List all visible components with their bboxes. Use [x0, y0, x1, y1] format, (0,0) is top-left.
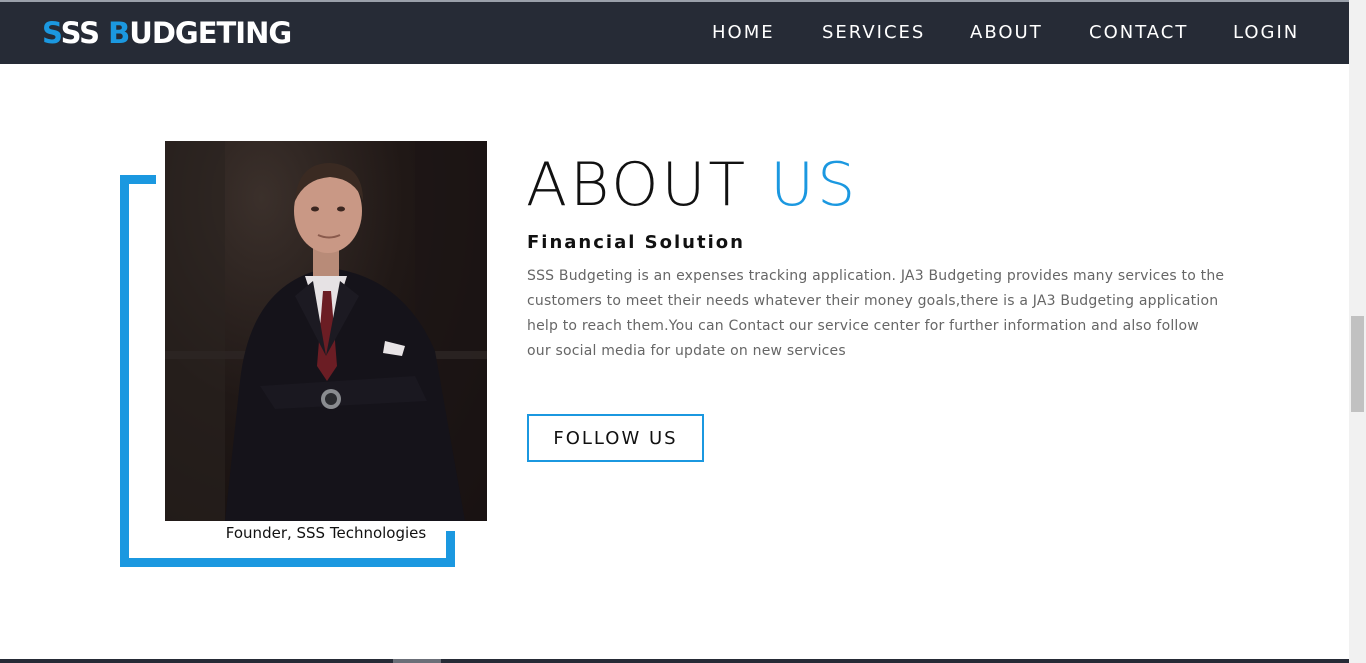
- about-description: SSS Budgeting is an expenses tracking ap…: [527, 268, 1225, 359]
- photo-frame-top: [120, 175, 156, 184]
- about-title: ABOUT US: [526, 150, 858, 220]
- footer-edge-accent: [393, 659, 441, 663]
- photo-frame-left: [120, 175, 129, 567]
- scrollbar-thumb[interactable]: [1351, 316, 1364, 412]
- footer-edge: [0, 659, 1349, 663]
- nav-home[interactable]: HOME: [712, 22, 775, 43]
- about-subtitle: Financial Solution: [527, 232, 745, 253]
- follow-us-button[interactable]: FOLLOW US: [527, 414, 704, 462]
- nav-links: HOME SERVICES ABOUT CONTACT LOGIN: [0, 22, 1349, 48]
- nav-about[interactable]: ABOUT: [970, 22, 1043, 43]
- nav-services[interactable]: SERVICES: [822, 22, 925, 43]
- founder-portrait-illustration: [165, 141, 487, 521]
- founder-caption: Founder, SSS Technologies: [225, 524, 427, 542]
- about-title-main: ABOUT: [526, 150, 771, 220]
- nav-login[interactable]: LOGIN: [1233, 22, 1299, 43]
- photo-frame-bottom: [120, 558, 455, 567]
- nav-contact[interactable]: CONTACT: [1089, 22, 1188, 43]
- about-title-accent: US: [770, 150, 859, 220]
- navbar: SSS BUDGETING HOME SERVICES ABOUT CONTAC…: [0, 0, 1349, 64]
- founder-photo: [165, 141, 487, 521]
